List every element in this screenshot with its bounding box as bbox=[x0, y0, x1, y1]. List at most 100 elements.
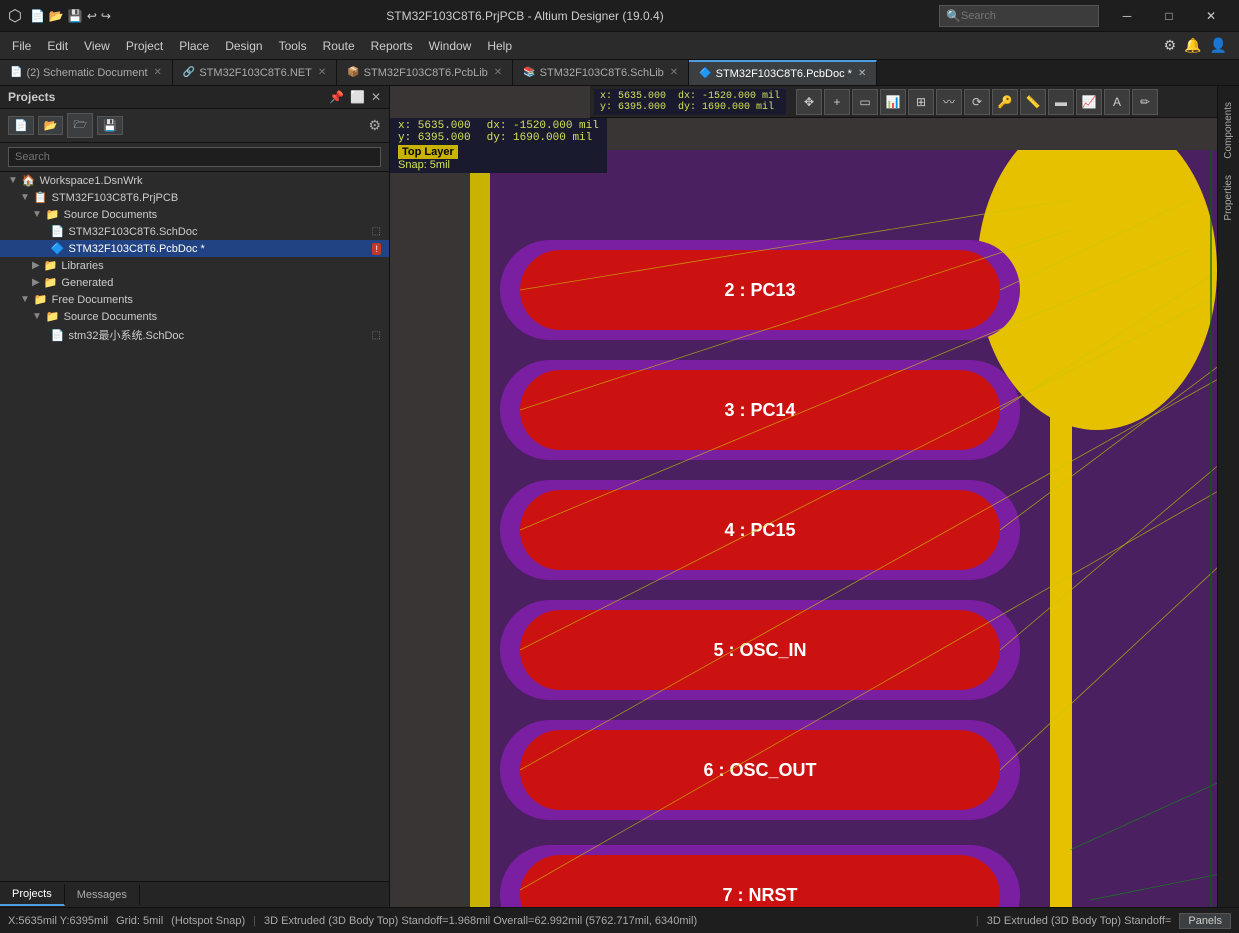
tree-item-schdoc[interactable]: 📄 STM32F103C8T6.SchDoc ⬚ bbox=[0, 223, 389, 240]
pcbdoc-icon: 🔷 bbox=[51, 242, 65, 255]
panel-toolbar: 📄 📂 🗁 💾 ⚙ bbox=[0, 109, 389, 143]
tab-pcblib[interactable]: 📦 STM32F103C8T6.PcbLib ✕ bbox=[337, 60, 513, 86]
save-doc-button[interactable]: 💾 bbox=[97, 116, 123, 135]
open-icon[interactable]: 📂 bbox=[49, 9, 64, 23]
schdoc-icon: 📄 bbox=[51, 225, 65, 238]
open-doc-button[interactable]: 📂 bbox=[38, 116, 64, 135]
menu-item-route[interactable]: Route bbox=[315, 35, 363, 57]
tab-pcbdoc-close[interactable]: ✕ bbox=[858, 68, 866, 79]
menu-item-reports[interactable]: Reports bbox=[363, 35, 421, 57]
tool-btn-text[interactable]: A bbox=[1104, 89, 1130, 115]
search-box[interactable]: 🔍 bbox=[939, 5, 1099, 27]
pad-red-7[interactable]: 7 : NRST bbox=[520, 855, 1000, 907]
status-body-info: 3D Extruded (3D Body Top) Standoff=1.968… bbox=[264, 915, 968, 927]
pad-red-2[interactable]: 2 : PC13 bbox=[520, 250, 1000, 330]
pad-red-4[interactable]: 4 : PC15 bbox=[520, 490, 1000, 570]
tab-schlib[interactable]: 📚 STM32F103C8T6.SchLib ✕ bbox=[513, 60, 689, 86]
tool-btn-add[interactable]: + bbox=[824, 89, 850, 115]
status-divider1: | bbox=[253, 915, 256, 927]
tool-btn-chart2[interactable]: 📈 bbox=[1076, 89, 1102, 115]
tree-item-prjpcb[interactable]: ▼ 📋 STM32F103C8T6.PrjPCB bbox=[0, 189, 389, 206]
tree-search-input[interactable] bbox=[8, 147, 381, 167]
tree-item-source-docs-2[interactable]: ▼ 📁 Source Documents bbox=[0, 308, 389, 325]
menu-item-tools[interactable]: Tools bbox=[271, 35, 315, 57]
prjpcb-label: STM32F103C8T6.PrjPCB bbox=[52, 192, 179, 204]
tool-btn-chart[interactable]: 📊 bbox=[880, 89, 906, 115]
user-icon[interactable]: 👤 bbox=[1210, 37, 1227, 54]
pcb-canvas[interactable]: 2 : PC13 3 : PC14 4 : PC15 5 : OSC_IN 6 … bbox=[390, 150, 1217, 907]
settings-icon[interactable]: ⚙ bbox=[1164, 37, 1177, 54]
tool-btn-route[interactable]: 〰 bbox=[936, 89, 962, 115]
menu-item-window[interactable]: Window bbox=[421, 35, 480, 57]
tool-btn-grid[interactable]: ⊞ bbox=[908, 89, 934, 115]
right-tab-components[interactable]: Components bbox=[1221, 96, 1236, 165]
tab-schematic-close[interactable]: ✕ bbox=[154, 67, 162, 78]
pad-red-3[interactable]: 3 : PC14 bbox=[520, 370, 1000, 450]
source-docs-2-label: Source Documents bbox=[64, 311, 158, 323]
close-panel-icon[interactable]: ✕ bbox=[371, 90, 381, 104]
pad-red-6[interactable]: 6 : OSC_OUT bbox=[520, 730, 1000, 810]
undo-icon[interactable]: ↩ bbox=[87, 9, 97, 23]
tool-btn-auto[interactable]: ⟳ bbox=[964, 89, 990, 115]
menu-item-file[interactable]: File bbox=[4, 35, 39, 57]
gear-icon[interactable]: ⚙ bbox=[368, 117, 381, 134]
generated-label: Generated bbox=[61, 277, 113, 289]
tab-schematic-icon: 📄 bbox=[10, 67, 22, 78]
tool-btn-measure[interactable]: 📏 bbox=[1020, 89, 1046, 115]
schdoc-badge: ⬚ bbox=[372, 226, 381, 237]
menu-item-view[interactable]: View bbox=[76, 35, 118, 57]
pad-red-5[interactable]: 5 : OSC_IN bbox=[520, 610, 1000, 690]
tree-item-pcbdoc[interactable]: 🔷 STM32F103C8T6.PcbDoc * ! bbox=[0, 240, 389, 257]
maximize-button[interactable]: □ bbox=[1149, 2, 1189, 30]
libraries-expand-icon: ▶ bbox=[32, 260, 40, 271]
tab-net-close[interactable]: ✕ bbox=[318, 67, 326, 78]
status-grid: Grid: 5mil bbox=[116, 915, 163, 927]
close-button[interactable]: ✕ bbox=[1191, 2, 1231, 30]
tab-net[interactable]: 🔗 STM32F103C8T6.NET ✕ bbox=[173, 60, 337, 86]
source-docs-icon: 📁 bbox=[46, 208, 60, 221]
tab-schematic-label: (2) Schematic Document bbox=[26, 67, 147, 79]
pin-icon[interactable]: 📌 bbox=[329, 90, 344, 104]
folder-button[interactable]: 🗁 bbox=[67, 113, 93, 138]
tab-schematic[interactable]: 📄 (2) Schematic Document ✕ bbox=[0, 60, 173, 86]
save-icon[interactable]: 💾 bbox=[68, 9, 83, 23]
tool-btn-pen[interactable]: ✏ bbox=[1132, 89, 1158, 115]
menu-item-design[interactable]: Design bbox=[217, 35, 270, 57]
new-doc-button[interactable]: 📄 bbox=[8, 116, 34, 135]
menu-item-place[interactable]: Place bbox=[171, 35, 217, 57]
menu-item-edit[interactable]: Edit bbox=[39, 35, 76, 57]
tree-item-libraries[interactable]: ▶ 📁 Libraries bbox=[0, 257, 389, 274]
tab-pcblib-close[interactable]: ✕ bbox=[494, 67, 502, 78]
pcb-canvas-area[interactable]: x: 5635.000 dx: -1520.000 mily: 6395.000… bbox=[390, 86, 1217, 907]
tab-schlib-close[interactable]: ✕ bbox=[670, 67, 678, 78]
tree-item-generated[interactable]: ▶ 📁 Generated bbox=[0, 274, 389, 291]
panels-button[interactable]: Panels bbox=[1179, 913, 1231, 929]
new-icon[interactable]: 📄 bbox=[30, 9, 45, 23]
source-docs-label: Source Documents bbox=[64, 209, 158, 221]
float-icon[interactable]: ⬜ bbox=[350, 90, 365, 104]
tree-item-stm32sys[interactable]: 📄 stm32最小系统.SchDoc ⬚ bbox=[0, 325, 389, 345]
tab-messages[interactable]: Messages bbox=[65, 885, 140, 905]
tab-pcblib-label: STM32F103C8T6.PcbLib bbox=[364, 67, 488, 79]
tree-item-source-docs-1[interactable]: ▼ 📁 Source Documents bbox=[0, 206, 389, 223]
tree-item-workspace[interactable]: ▼ 🏠 Workspace1.DsnWrk bbox=[0, 172, 389, 189]
tree-item-free-docs[interactable]: ▼ 📁 Free Documents bbox=[0, 291, 389, 308]
redo-icon[interactable]: ↪ bbox=[101, 9, 111, 23]
tab-projects[interactable]: Projects bbox=[0, 884, 65, 906]
tab-pcbdoc[interactable]: 🔷 STM32F103C8T6.PcbDoc * ✕ bbox=[689, 60, 877, 86]
tab-pcbdoc-icon: 🔷 bbox=[699, 68, 711, 79]
menu-item-help[interactable]: Help bbox=[479, 35, 520, 57]
dx-coord: dx: -1520.000 mil bbox=[487, 120, 599, 132]
tool-btn-select[interactable]: ✥ bbox=[796, 89, 822, 115]
minimize-button[interactable]: ─ bbox=[1107, 2, 1147, 30]
tool-btn-rect[interactable]: ▭ bbox=[852, 89, 878, 115]
tool-btn-bar[interactable]: ▬ bbox=[1048, 89, 1074, 115]
menu-item-project[interactable]: Project bbox=[118, 35, 171, 57]
pcb-toolbar: x: 5635.000 dx: -1520.000 mily: 6395.000… bbox=[590, 86, 1217, 118]
tool-btn-key[interactable]: 🔑 bbox=[992, 89, 1018, 115]
search-input[interactable] bbox=[961, 10, 1081, 22]
right-tab-properties[interactable]: Properties bbox=[1221, 169, 1236, 227]
notification-icon[interactable]: 🔔 bbox=[1184, 37, 1201, 54]
tabbar: 📄 (2) Schematic Document ✕ 🔗 STM32F103C8… bbox=[0, 60, 1239, 86]
main-content: Projects 📌 ⬜ ✕ 📄 📂 🗁 💾 ⚙ ▼ 🏠 W bbox=[0, 86, 1239, 907]
